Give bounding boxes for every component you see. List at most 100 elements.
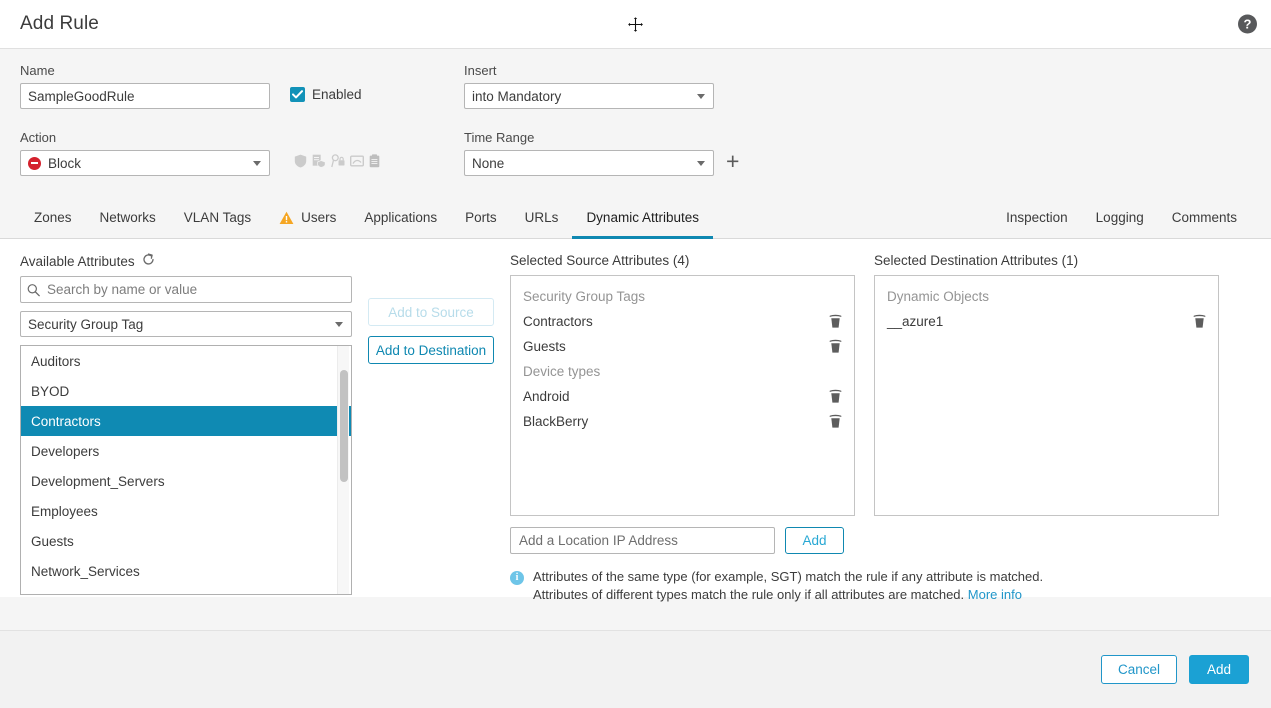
form-left-column: Name Enabled [20,63,380,176]
tab-comments[interactable]: Comments [1158,197,1251,238]
list-scrollbar[interactable] [337,346,349,594]
tab-label: Dynamic Attributes [586,210,699,225]
refresh-icon[interactable] [142,253,155,269]
list-item-label: Android [523,389,829,404]
tab-applications[interactable]: Applications [350,197,451,238]
page-title: Add Rule [20,13,99,35]
trash-icon[interactable] [829,339,842,354]
logging-icon [369,154,380,168]
trash-icon[interactable] [829,314,842,329]
list-item: BlackBerry [511,409,854,434]
list-item-selected[interactable]: Contractors [21,406,351,436]
tab-ports[interactable]: Ports [451,197,511,238]
file-policy-icon [312,154,326,168]
list-item[interactable]: Employees [21,496,351,526]
trash-icon[interactable] [829,414,842,429]
tab-label: Comments [1172,210,1237,225]
chevron-down-icon [253,161,261,166]
list-item-label: __azure1 [887,314,1193,329]
list-item-label: Development_Servers [31,474,165,489]
insert-select[interactable]: into Mandatory [464,83,714,109]
tab-label: Applications [364,210,437,225]
tab-urls[interactable]: URLs [511,197,573,238]
add-button[interactable]: Add [1189,655,1249,684]
help-icon[interactable]: ? [1238,15,1257,34]
list-item[interactable]: Network_Services [21,556,351,586]
tab-networks[interactable]: Networks [86,197,170,238]
list-item-label: Employees [31,504,98,519]
selected-destination-list: Dynamic Objects __azure1 [874,275,1219,516]
list-item[interactable]: Auditors [21,346,351,376]
warning-triangle-icon [279,211,294,225]
form-right-column: Insert into Mandatory Time Range None + [464,63,739,176]
add-location-button[interactable]: Add [785,527,844,554]
add-to-destination-button[interactable]: Add to Destination [368,336,494,364]
attribute-type-value: Security Group Tag [28,317,143,332]
add-label: Add [1207,662,1231,677]
checkbox-box [290,87,305,102]
tab-label: Inspection [1006,210,1068,225]
attribute-type-select[interactable]: Security Group Tag [20,311,352,337]
tab-bar-right-group: Inspection Logging Comments [992,197,1251,238]
action-select[interactable]: Block [20,150,270,176]
tab-zones[interactable]: Zones [20,197,86,238]
list-item: Android [511,384,854,409]
enabled-label: Enabled [312,87,362,102]
rule-name-input[interactable] [20,83,270,109]
list-item-label: Developers [31,444,99,459]
location-ip-input[interactable] [510,527,775,554]
tab-inspection[interactable]: Inspection [992,197,1082,238]
list-item-label: Guests [523,339,829,354]
enabled-checkbox[interactable]: Enabled [290,87,362,106]
selected-source-list: Security Group Tags Contractors Guests [510,275,855,516]
insert-select-value: into Mandatory [472,89,561,104]
available-attributes-list[interactable]: Auditors BYOD Contractors Developers Dev… [20,345,352,595]
list-item-label: Auditors [31,354,81,369]
policy-icon-group [294,154,380,173]
rule-tab-bar: Zones Networks VLAN Tags Users Ap [0,197,1271,239]
chevron-down-icon [335,322,343,327]
block-icon [28,157,41,170]
trash-icon[interactable] [1193,314,1206,329]
list-item-label: BlackBerry [523,414,829,429]
tab-logging[interactable]: Logging [1082,197,1158,238]
add-rule-dialog: Add Rule ? Name [0,0,1271,708]
list-item[interactable]: Development_Servers [21,466,351,496]
list-item: Guests [511,334,854,359]
time-range-select[interactable]: None [464,150,714,176]
cancel-button[interactable]: Cancel [1101,655,1177,684]
dynamic-attributes-panel: Available Attributes [0,239,1271,597]
variable-set-icon [350,155,364,167]
search-input[interactable] [20,276,352,303]
list-item: __azure1 [875,309,1218,334]
dialog-titlebar: Add Rule ? [0,0,1271,49]
list-item[interactable]: Guests [21,526,351,556]
add-to-source-label: Add to Source [388,305,474,320]
tab-label: Ports [465,210,497,225]
tab-label: URLs [525,210,559,225]
scrollbar-thumb[interactable] [340,370,348,482]
move-four-arrows-icon[interactable] [624,12,648,36]
list-item[interactable]: Developers [21,436,351,466]
location-ip-row: Add [510,527,855,554]
action-label: Action [20,130,380,145]
available-attributes-title: Available Attributes [20,254,135,269]
search-field-wrap [20,276,352,303]
list-item: Contractors [511,309,854,334]
tab-dynamic-attributes[interactable]: Dynamic Attributes [572,197,713,238]
selected-source-column: Selected Source Attributes (4) Security … [510,253,855,597]
selected-destination-heading: Selected Destination Attributes (1) [874,253,1219,268]
dialog-body: Name Enabled [0,49,1271,708]
action-select-value: Block [48,156,81,171]
add-to-source-button[interactable]: Add to Source [368,298,494,326]
tab-vlan-tags[interactable]: VLAN Tags [170,197,265,238]
identity-policy-icon [331,154,345,168]
add-to-destination-label: Add to Destination [376,343,486,358]
rule-basic-form: Name Enabled [0,49,1271,197]
list-item[interactable]: BYOD [21,376,351,406]
list-item-label: BYOD [31,384,69,399]
insert-label: Insert [464,63,739,78]
add-time-range-plus-icon[interactable]: + [726,150,739,176]
tab-users[interactable]: Users [265,197,350,238]
trash-icon[interactable] [829,389,842,404]
